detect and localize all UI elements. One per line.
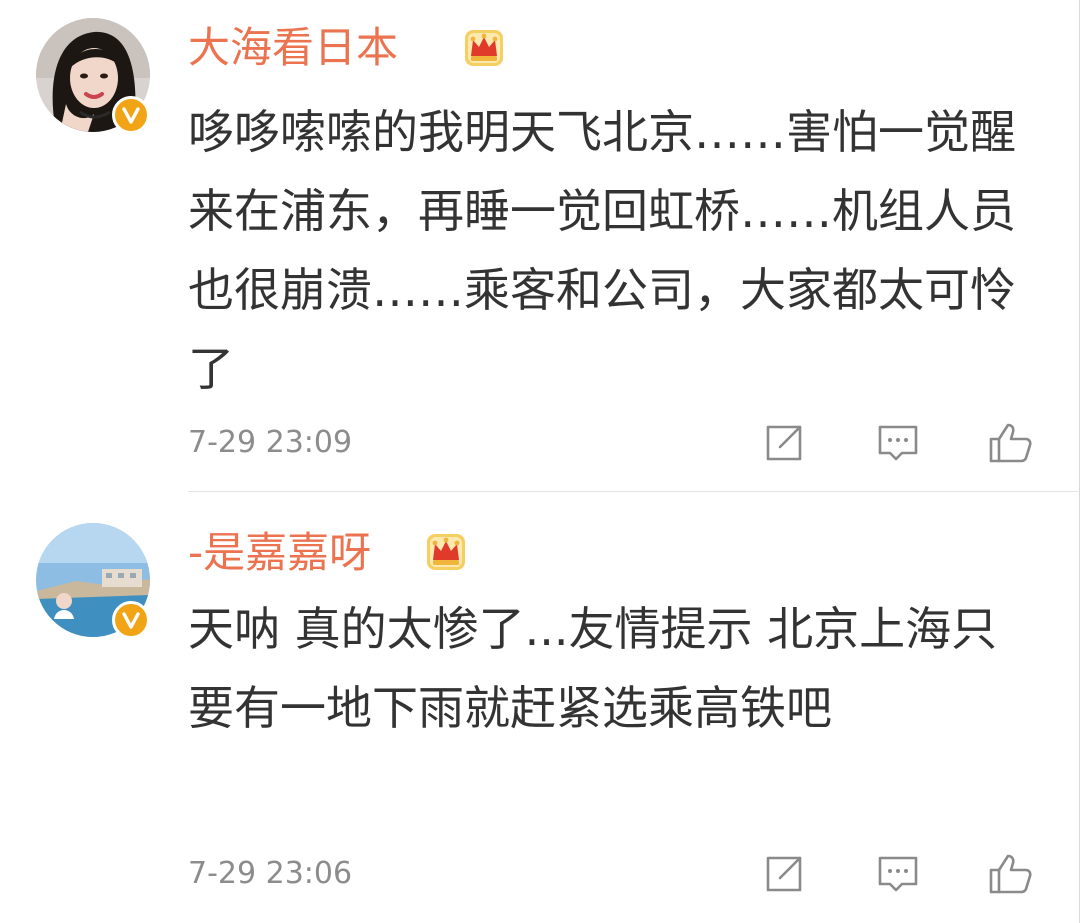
comment-timestamp: 7-29 23:09 <box>188 425 353 460</box>
verified-badge-icon <box>112 601 150 639</box>
comment-timestamp: 7-29 23:06 <box>188 856 353 891</box>
verified-badge-icon <box>112 96 150 134</box>
vip-crown-icon <box>424 530 468 574</box>
forward-icon[interactable] <box>760 419 808 467</box>
vip-crown-icon <box>462 26 506 70</box>
username[interactable]: -是嘉嘉呀 <box>188 527 371 579</box>
username[interactable]: 大海看日本 <box>188 22 398 74</box>
comment-text: 天呐 真的太惨了...友情提示 北京上海只要有一地下雨就赶紧选乘高铁吧 <box>188 602 998 735</box>
comment-divider <box>188 491 1080 492</box>
like-icon[interactable] <box>986 850 1034 898</box>
comment-text: 哆哆嗦嗦的我明天飞北京……害怕一觉醒来在浦东，再睡一觉回虹桥……机组人员也很崩溃… <box>188 105 1016 396</box>
forward-icon[interactable] <box>760 850 808 898</box>
reply-icon[interactable] <box>874 850 922 898</box>
reply-icon[interactable] <box>874 419 922 467</box>
like-icon[interactable] <box>986 419 1034 467</box>
comment-item: -是嘉嘉呀 天呐 真的太惨了...友情提示 北京上海只要有一地下雨就赶紧选乘高铁… <box>0 493 1080 923</box>
comment-item: 大海看日本 哆哆嗦嗦的我明天飞北京……害怕一觉醒来在浦东，再睡一觉回虹桥……机组… <box>0 0 1080 492</box>
